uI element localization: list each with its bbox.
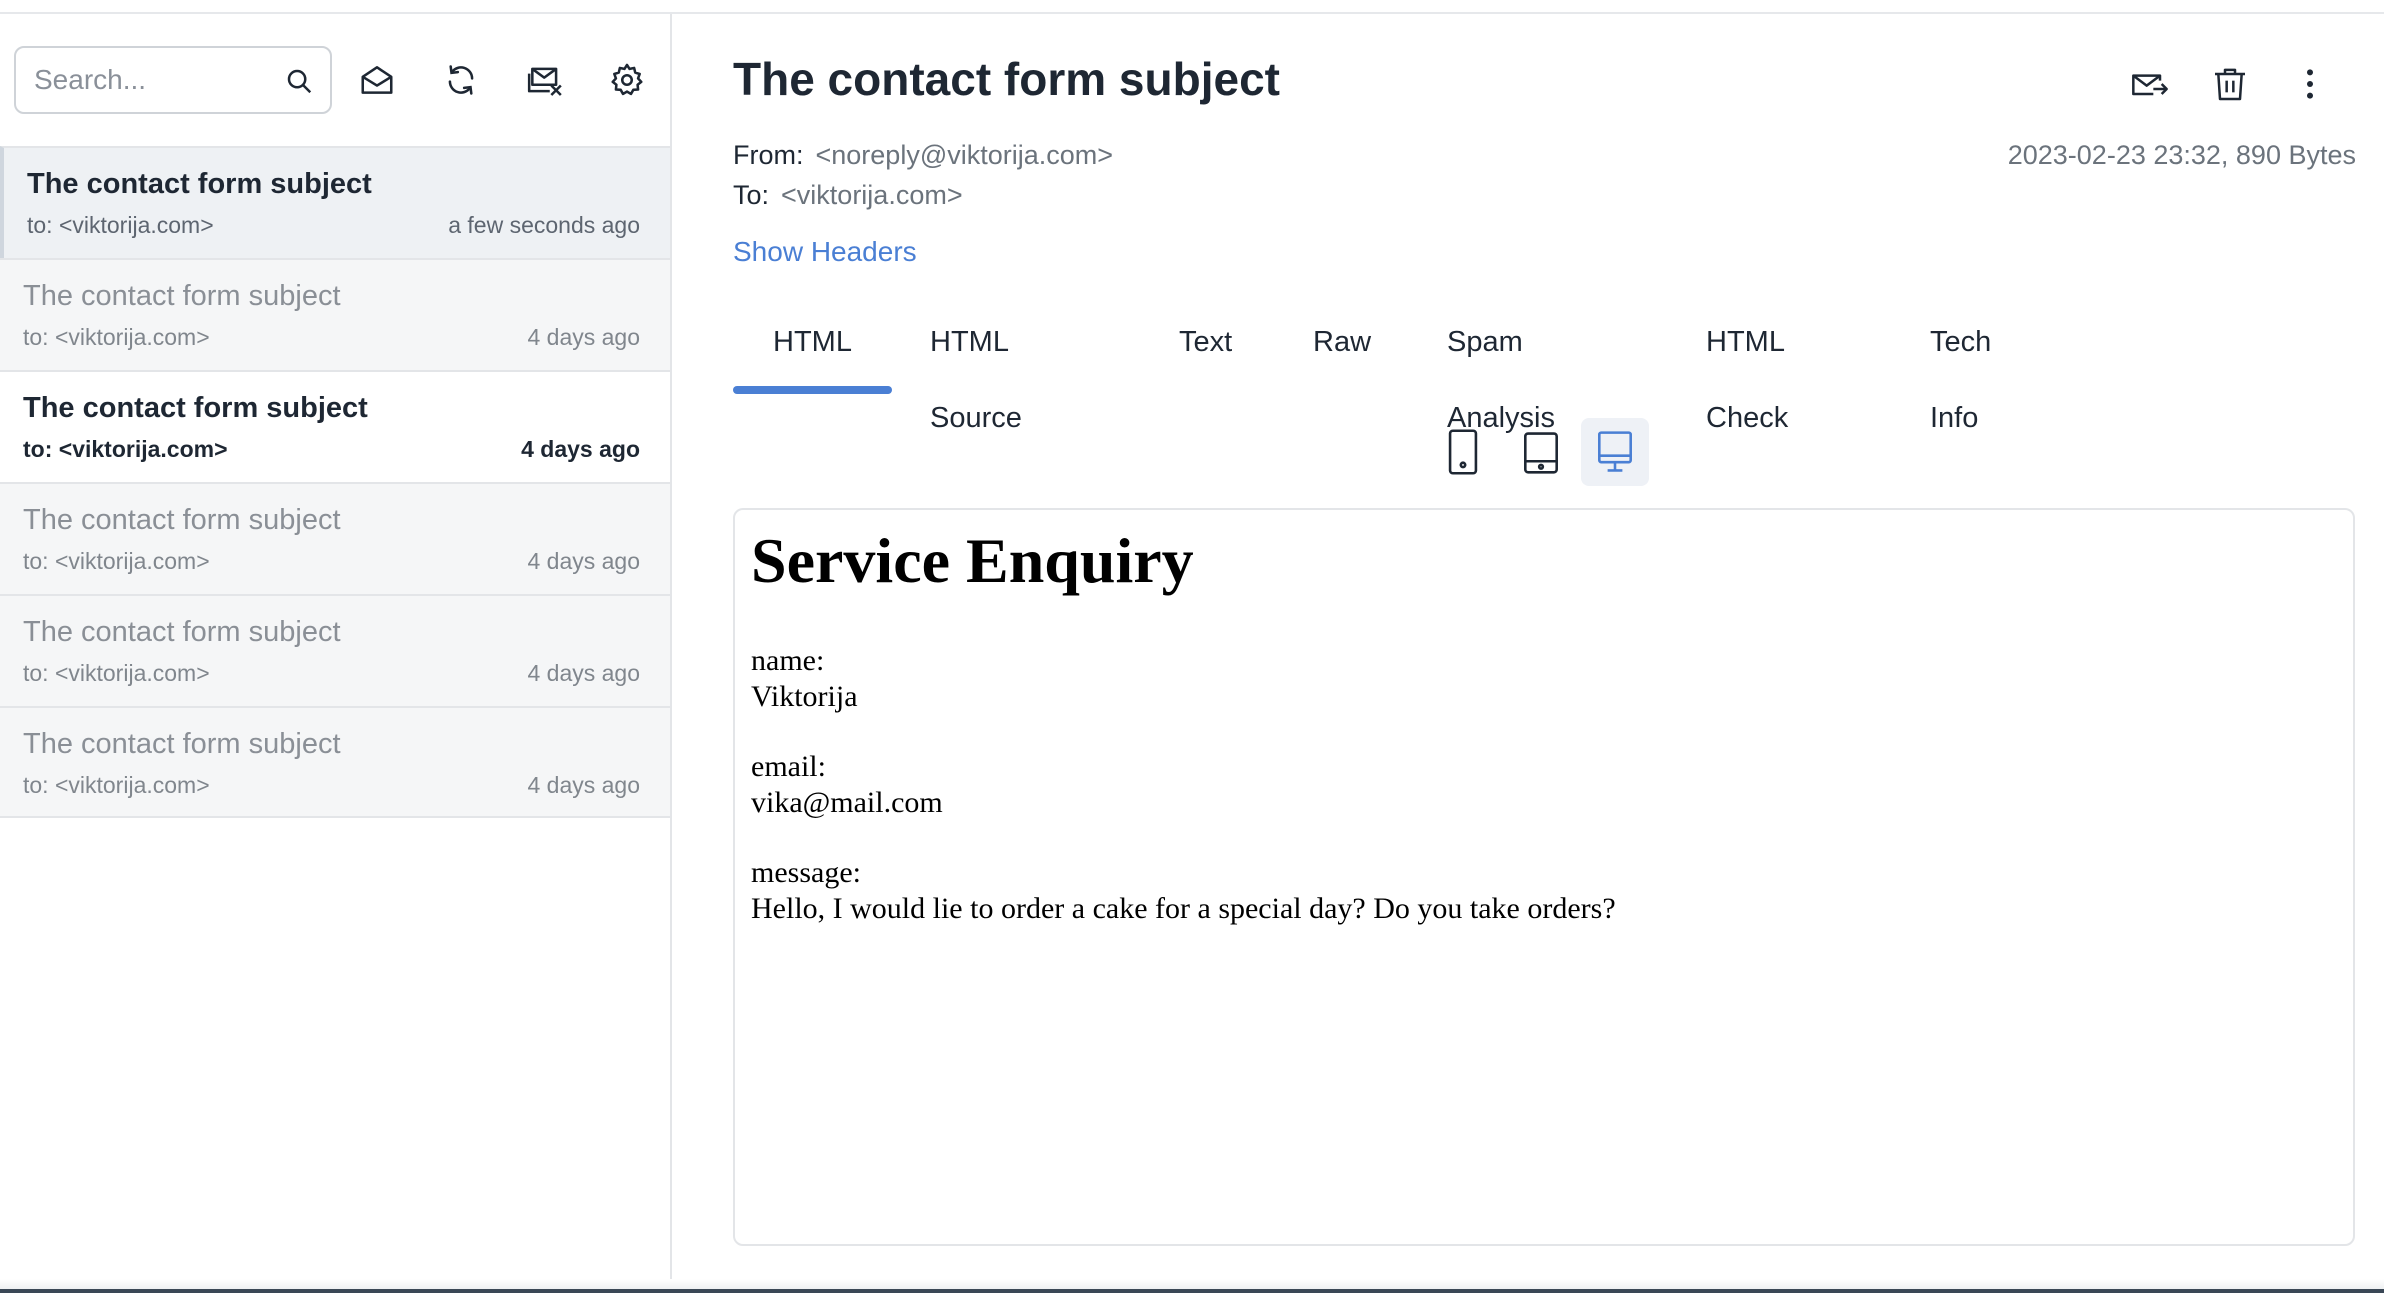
message-recipient: to: <viktorija.com> [23, 660, 210, 686]
message-time: 4 days ago [527, 772, 640, 798]
message-actions [2128, 62, 2332, 106]
message-subject: The contact form subject [23, 728, 341, 760]
preview-message-label: message: [751, 856, 861, 889]
message-list-sidebar: The contact form subject to: <viktorija.… [0, 14, 672, 1279]
from-row: From: <noreply@viktorija.com> [733, 140, 1113, 171]
settings-button[interactable] [605, 58, 649, 102]
preview-message-value: Hello, I would lie to order a cake for a… [751, 892, 1616, 925]
tab-label: HTML [773, 326, 852, 358]
settings-icon [611, 63, 643, 96]
message-time: 4 days ago [527, 324, 640, 350]
tab-label: HTML Source [930, 326, 1022, 434]
message-list-item[interactable]: The contact form subject to: <viktorija.… [0, 482, 670, 594]
message-recipient: to: <viktorija.com> [23, 772, 210, 798]
tab-label: HTML Check [1706, 326, 1789, 434]
delete-all-button[interactable] [523, 58, 567, 102]
message-subject: The contact form subject [23, 280, 341, 312]
tab-html-check[interactable]: HTML Check [1706, 304, 1788, 434]
preview-email-label: email: [751, 750, 826, 783]
message-list-item[interactable]: The contact form subject to: <viktorija.… [0, 146, 670, 258]
message-time: 4 days ago [521, 436, 640, 462]
date-size: 2023-02-23 23:32, 890 Bytes [2007, 140, 2356, 170]
html-preview-frame: Service Enquiry name: Viktorija email: v… [733, 508, 2355, 1246]
active-tab-indicator [733, 386, 892, 394]
message-subject: The contact form subject [23, 504, 341, 536]
preview-email-value: vika@mail.com [751, 786, 943, 819]
message-recipient: to: <viktorija.com> [27, 212, 214, 238]
tab-tech-info[interactable]: Tech Info [1930, 304, 1991, 434]
phone-icon [1448, 429, 1478, 475]
show-headers-link[interactable]: Show Headers [733, 236, 917, 268]
message-recipient: to: <viktorija.com> [23, 324, 210, 350]
mail-client-window: The contact form subject to: <viktorija.… [0, 0, 2384, 1293]
tab-raw[interactable]: Raw [1313, 304, 1371, 396]
more-options-button[interactable] [2288, 62, 2332, 106]
tablet-view-button[interactable] [1507, 418, 1575, 486]
message-list-item[interactable]: The contact form subject to: <viktorija.… [0, 370, 670, 482]
device-preview-switcher [1429, 418, 1649, 486]
message-recipient: to: <viktorija.com> [23, 436, 228, 462]
message-list-item[interactable]: The contact form subject to: <viktorija.… [0, 706, 670, 818]
message-list: The contact form subject to: <viktorija.… [0, 146, 670, 818]
tab-label: Text [1179, 326, 1233, 358]
refresh-button[interactable] [439, 58, 483, 102]
phone-view-button[interactable] [1429, 418, 1497, 486]
search-input[interactable] [34, 58, 274, 102]
search-icon[interactable] [284, 66, 314, 96]
message-view: The contact form subject From: <noreply@v… [674, 14, 2384, 1279]
from-label: From: [733, 140, 804, 170]
tab-label: Tech Info [1930, 326, 1992, 434]
mark-all-read-button[interactable] [355, 58, 399, 102]
message-title: The contact form subject [733, 53, 1280, 105]
tab-text[interactable]: Text [1179, 304, 1232, 396]
to-row: To: <viktorija.com> [733, 180, 963, 211]
preview-name-label: name: [751, 644, 825, 677]
desktop-view-button[interactable] [1581, 418, 1649, 486]
message-time: 4 days ago [527, 548, 640, 574]
trash-icon [2215, 68, 2245, 101]
bottom-border [0, 1279, 2384, 1293]
message-list-item[interactable]: The contact form subject to: <viktorija.… [0, 594, 670, 706]
message-time: 4 days ago [527, 660, 640, 686]
delete-button[interactable] [2208, 62, 2252, 106]
tab-spam-analysis[interactable]: Spam Analysis [1447, 304, 1555, 434]
preview-heading: Service Enquiry [751, 525, 1194, 596]
search-box[interactable] [14, 46, 332, 114]
tab-html-source[interactable]: HTML Source [930, 304, 1022, 434]
desktop-icon [1598, 431, 1632, 472]
tablet-icon [1524, 432, 1558, 474]
tab-label: Raw [1313, 326, 1372, 358]
message-recipient: to: <viktorija.com> [23, 548, 210, 574]
release-button[interactable] [2128, 62, 2172, 106]
top-border [0, 0, 2384, 14]
from-value: <noreply@viktorija.com> [815, 140, 1114, 170]
release-icon [2132, 74, 2168, 96]
refresh-icon [448, 65, 474, 95]
preview-name-value: Viktorija [751, 680, 858, 713]
message-subject: The contact form subject [23, 392, 368, 424]
more-vertical-icon [2307, 69, 2313, 99]
to-value: <viktorija.com> [781, 180, 963, 210]
mark-read-icon [361, 66, 393, 94]
delete-all-icon [527, 67, 562, 96]
to-label: To: [733, 180, 770, 210]
tab-html[interactable]: HTML [733, 304, 892, 396]
message-subject: The contact form subject [23, 616, 341, 648]
message-time: a few seconds ago [448, 212, 640, 238]
message-list-item[interactable]: The contact form subject to: <viktorija.… [0, 258, 670, 370]
sidebar-toolbar [0, 14, 670, 146]
message-subject: The contact form subject [27, 168, 372, 200]
